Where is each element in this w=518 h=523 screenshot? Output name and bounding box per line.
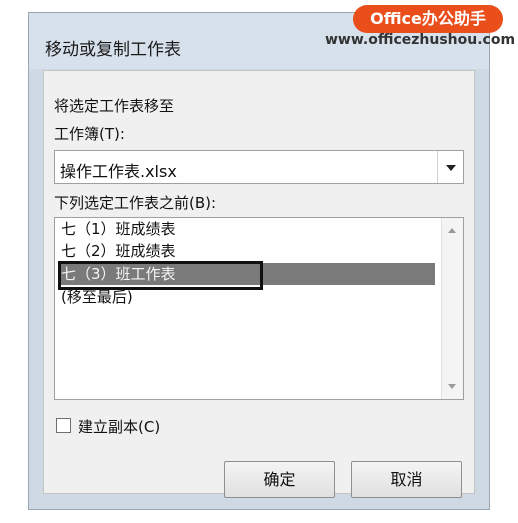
scroll-down-icon[interactable] — [448, 384, 456, 389]
scroll-up-icon[interactable] — [448, 228, 456, 233]
create-copy-label[interactable]: 建立副本(C) — [78, 416, 160, 437]
workbook-value: 操作工作表.xlsx — [60, 162, 177, 181]
dialog-content: 将选定工作表移至 工作簿(T): 操作工作表.xlsx 下列选定工作表之前(B)… — [43, 70, 475, 498]
workbook-label: 工作簿(T): — [54, 125, 125, 143]
cancel-button[interactable]: 取消 — [351, 461, 462, 498]
workbook-dropdown[interactable]: 操作工作表.xlsx — [54, 150, 464, 184]
list-item[interactable]: (移至最后) — [59, 286, 435, 308]
watermark-url: www.officezhushou.com — [325, 32, 516, 48]
move-copy-sheet-dialog: 移动或复制工作表 将选定工作表移至 工作簿(T): 操作工作表.xlsx 下列选… — [28, 12, 490, 510]
move-to-label: 将选定工作表移至 — [54, 97, 175, 115]
before-sheet-label: 下列选定工作表之前(B): — [54, 194, 217, 212]
watermark: Office办公助手 www.officezhushou.com — [325, 0, 516, 55]
list-scrollbar[interactable] — [441, 218, 463, 399]
list-item-selected[interactable]: 七（3）班工作表 — [59, 263, 435, 285]
dialog-title: 移动或复制工作表 — [45, 40, 181, 60]
list-item[interactable]: 七（1）班成绩表 — [59, 218, 435, 240]
create-copy-checkbox[interactable] — [56, 418, 71, 433]
chevron-down-icon[interactable] — [437, 151, 463, 183]
list-item[interactable]: 七（2）班成绩表 — [59, 240, 435, 262]
sheet-list[interactable]: 七（1）班成绩表 七（2）班成绩表 七（3）班工作表 (移至最后) — [54, 217, 464, 400]
ok-button[interactable]: 确定 — [224, 461, 335, 498]
watermark-badge: Office办公助手 — [353, 5, 503, 33]
